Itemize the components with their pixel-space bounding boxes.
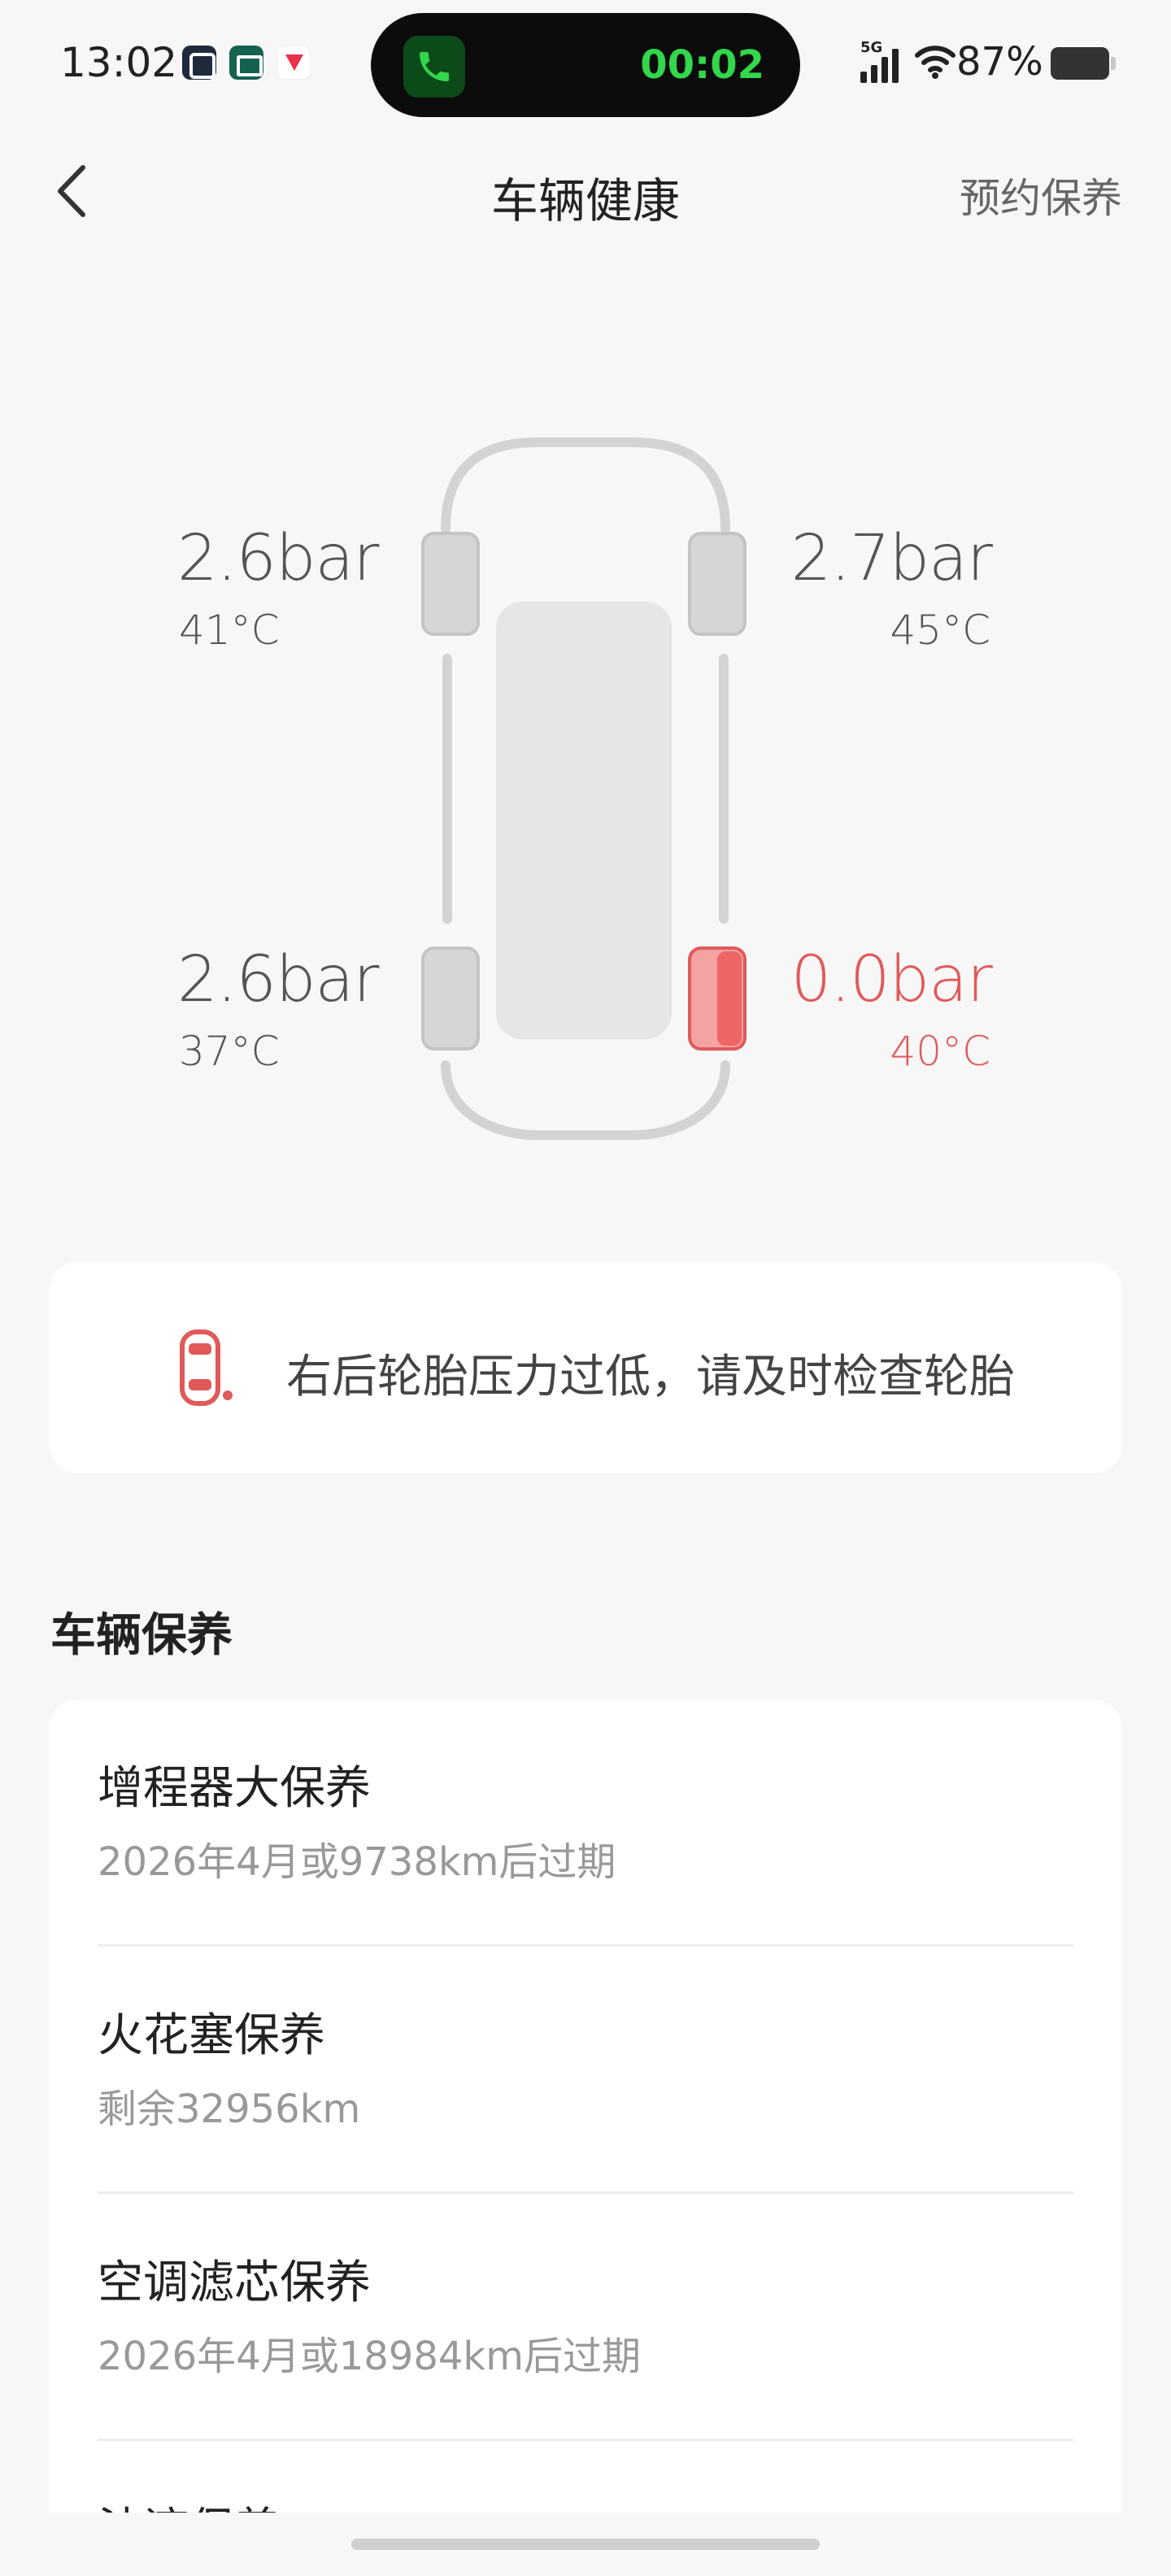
item-detail: 2026年4月或9738km后过期 xyxy=(98,1839,616,1885)
book-maintenance-button[interactable]: 预约保养 xyxy=(960,166,1122,224)
network-type: 5G xyxy=(860,39,883,56)
tire-rear-left xyxy=(421,946,480,1051)
status-time: 13:02 xyxy=(60,39,178,86)
maintenance-list: 增程器大保养 2026年4月或9738km后过期 火花塞保养 剩余32956km… xyxy=(49,1699,1122,2513)
home-indicator[interactable] xyxy=(351,2539,820,2550)
tire-front-left xyxy=(421,532,480,636)
list-item[interactable]: 空调滤芯保养 2026年4月或18984km后过期 xyxy=(98,2194,1073,2441)
rear-left-pressure: 2.6bar xyxy=(177,943,379,1016)
ongoing-call-pill[interactable]: 00:02 xyxy=(371,13,800,117)
wifi-icon xyxy=(915,46,956,79)
item-name: 增程器大保养 xyxy=(98,1762,371,1815)
car-outline-icon xyxy=(421,437,747,1140)
item-detail: 剩余32956km xyxy=(98,2086,361,2132)
item-name: 空调滤芯保养 xyxy=(98,2256,371,2309)
rear-left-temp: 37°C xyxy=(179,1028,280,1075)
red-app-icon xyxy=(276,46,311,80)
phone-icon xyxy=(403,36,465,98)
tire-pressure-diagram: 2.6bar 41°C 2.7bar 45°C 2.6bar 37°C 0.0b… xyxy=(0,423,1171,1155)
front-left-temp: 41°C xyxy=(179,607,280,654)
rear-right-temp: 40°C xyxy=(890,1028,990,1075)
front-right-temp: 45°C xyxy=(890,607,990,654)
item-name: 油液保养 xyxy=(98,2493,280,2513)
call-timer: 00:02 xyxy=(640,42,764,88)
item-name: 火花塞保养 xyxy=(98,2009,325,2062)
tire-alert-card[interactable]: 右后轮胎压力过低，请及时检查轮胎 xyxy=(49,1262,1122,1473)
alert-message: 右后轮胎压力过低，请及时检查轮胎 xyxy=(286,1351,1015,1403)
list-item[interactable]: 增程器大保养 2026年4月或9738km后过期 xyxy=(98,1699,1073,1947)
battery-percent: 87% xyxy=(956,39,1043,85)
status-bar: 13:02 00:02 5G 87% xyxy=(0,0,1171,130)
tire-front-right xyxy=(688,532,747,636)
rear-right-pressure: 0.0bar xyxy=(790,943,993,1016)
green-app-icon xyxy=(229,46,263,80)
list-item[interactable]: 油液保养 xyxy=(98,2441,1073,2513)
battery-icon xyxy=(1051,47,1116,80)
tire-warning-icon xyxy=(180,1329,233,1406)
front-left-pressure: 2.6bar xyxy=(177,522,379,595)
front-right-pressure: 2.7bar xyxy=(790,522,993,595)
mi-icon xyxy=(182,46,216,80)
list-item[interactable]: 火花塞保养 剩余32956km xyxy=(98,1947,1073,2194)
cellular-signal-icon: 5G xyxy=(860,39,906,83)
maintenance-section-title: 车辆保养 xyxy=(50,1609,233,1662)
item-detail: 2026年4月或18984km后过期 xyxy=(98,2334,641,2379)
battery-fill xyxy=(1054,50,1099,76)
